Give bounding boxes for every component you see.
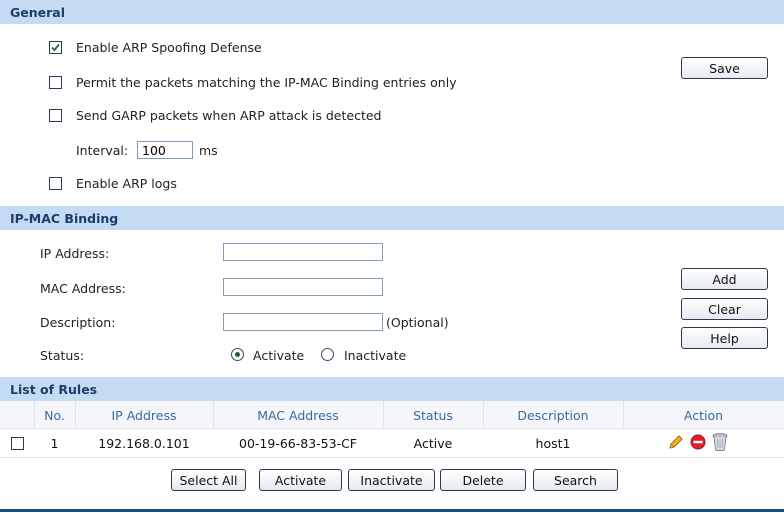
add-button[interactable]: Add [681, 268, 768, 290]
enable-arp-logs-checkbox[interactable] [49, 177, 62, 190]
checkmark-icon [51, 43, 60, 52]
permit-ip-mac-only-checkbox[interactable] [49, 76, 62, 89]
clear-button[interactable]: Clear [681, 298, 768, 320]
description-label: Description: [40, 315, 116, 330]
select-all-button[interactable]: Select All [171, 469, 246, 491]
save-button[interactable]: Save [681, 57, 768, 79]
mac-address-label: MAC Address: [40, 281, 126, 296]
column-header-status: Status [413, 408, 453, 423]
search-button[interactable]: Search [533, 469, 618, 491]
rule-row-description: host1 [535, 436, 571, 451]
column-header-description: Description [517, 408, 589, 423]
rule-row-checkbox[interactable] [11, 437, 24, 450]
rule-row-ip: 192.168.0.101 [98, 436, 190, 451]
delete-trash-icon[interactable] [712, 432, 728, 452]
send-garp-label: Send GARP packets when ARP attack is det… [76, 108, 382, 123]
status-inactivate-label: Inactivate [344, 348, 407, 363]
deactivate-icon[interactable] [690, 434, 706, 450]
column-header-mac-address: MAC Address [257, 408, 339, 423]
mac-address-input[interactable] [223, 278, 383, 296]
inactivate-button[interactable]: Inactivate [348, 469, 435, 491]
ip-address-input[interactable] [223, 243, 383, 261]
column-header-ip-address: IP Address [111, 408, 177, 423]
enable-arp-spoofing-checkbox[interactable] [49, 41, 62, 54]
ip-address-label: IP Address: [40, 246, 110, 261]
rule-row-no: 1 [50, 436, 59, 451]
status-activate-radio[interactable] [231, 348, 244, 361]
enable-arp-spoofing-label: Enable ARP Spoofing Defense [76, 40, 262, 55]
delete-button[interactable]: Delete [440, 469, 526, 491]
description-input[interactable] [223, 313, 383, 331]
enable-arp-logs-label: Enable ARP logs [76, 176, 177, 191]
status-activate-label: Activate [253, 348, 305, 363]
interval-input[interactable] [137, 141, 193, 159]
ip-mac-binding-section-header: IP-MAC Binding [0, 206, 784, 230]
status-label: Status: [40, 348, 85, 363]
list-of-rules-section-header: List of Rules [0, 377, 784, 401]
interval-unit: ms [199, 143, 218, 158]
column-header-no: No. [44, 408, 65, 423]
column-header-action: Action [683, 408, 724, 423]
activate-button[interactable]: Activate [259, 469, 342, 491]
status-inactivate-radio[interactable] [321, 348, 334, 361]
rule-row-status: Active [413, 436, 453, 451]
help-button[interactable]: Help [681, 327, 768, 349]
bottom-divider [0, 509, 784, 512]
permit-ip-mac-only-label: Permit the packets matching the IP-MAC B… [76, 75, 457, 90]
edit-pencil-icon[interactable] [667, 433, 685, 451]
interval-label: Interval: [76, 143, 129, 158]
description-optional-hint: (Optional) [386, 315, 449, 330]
general-section-header: General [0, 0, 784, 24]
send-garp-checkbox[interactable] [49, 109, 62, 122]
rule-row-mac: 00-19-66-83-53-CF [239, 436, 357, 451]
